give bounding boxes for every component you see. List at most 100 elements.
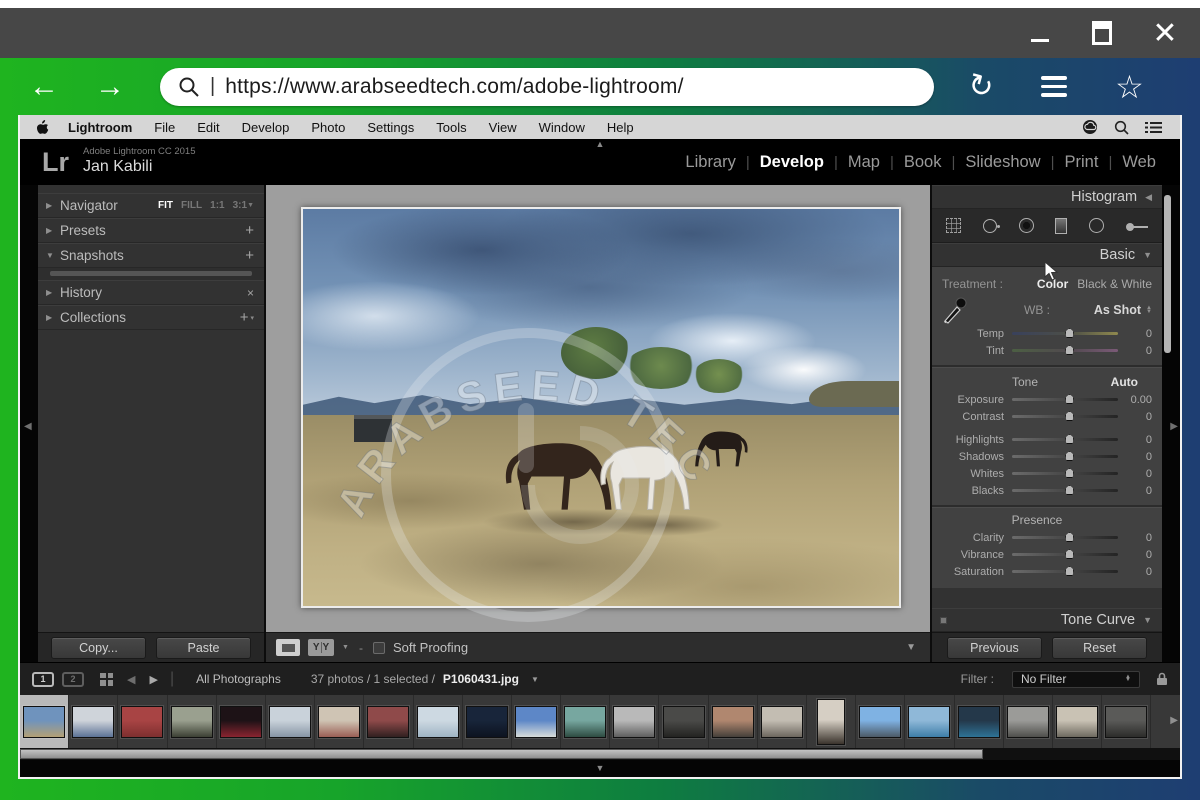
adjustment-brush-icon[interactable] <box>1126 221 1148 231</box>
top-panel-collapse-icon[interactable]: ▲ <box>596 140 605 149</box>
url-text[interactable]: https://www.arabseedtech.com/adobe-light… <box>225 75 683 99</box>
filmstrip-thumb-13[interactable] <box>610 695 659 748</box>
slider-track[interactable] <box>1012 472 1118 475</box>
slider-thumb[interactable] <box>1065 328 1074 338</box>
filmstrip-thumb-19[interactable] <box>905 695 954 748</box>
menu-icon[interactable] <box>1041 71 1067 102</box>
filmstrip-thumb-5[interactable] <box>217 695 266 748</box>
thumbnail-image[interactable] <box>318 706 360 738</box>
filmstrip-thumb-16[interactable] <box>758 695 807 748</box>
menu-tools[interactable]: Tools <box>425 120 477 135</box>
filmstrip-thumb-20[interactable] <box>955 695 1004 748</box>
presets-panel-header[interactable]: ▶Presets+ <box>38 218 264 243</box>
menu-lightroom[interactable]: Lightroom <box>57 120 143 135</box>
filmstrip-scroll-right-icon[interactable]: ▶ <box>1170 715 1178 726</box>
right-panel-scrollbar[interactable] <box>1164 195 1171 353</box>
collapse-bottom-icon[interactable]: ▼ <box>596 764 605 773</box>
slider-clarity[interactable]: Clarity0 <box>942 529 1152 546</box>
zoom-option-fit[interactable]: FIT <box>158 200 173 211</box>
next-photo-icon[interactable]: ▶ <box>149 673 157 686</box>
zoom-option-31[interactable]: 3:1 <box>233 200 247 211</box>
minimize-button[interactable] <box>1028 20 1052 46</box>
slider-thumb[interactable] <box>1065 345 1074 355</box>
creative-cloud-icon[interactable] <box>1082 119 1098 135</box>
module-tab-develop[interactable]: Develop <box>750 153 834 172</box>
horses-photo[interactable] <box>301 207 901 608</box>
thumbnail-image[interactable] <box>269 706 311 738</box>
treatment-bw-option[interactable]: Black & White <box>1077 277 1152 291</box>
slider-whites[interactable]: Whites0 <box>942 465 1152 482</box>
collections-action-icon[interactable]: + <box>240 309 249 326</box>
thumbnail-image[interactable] <box>908 706 950 738</box>
collections-panel-header[interactable]: ▶Collections+▾ <box>38 305 264 330</box>
view-dropdown-icon[interactable]: ▼ <box>342 644 349 651</box>
panel-toggle-icon[interactable] <box>940 617 947 624</box>
zoom-option-fill[interactable]: FILL <box>181 200 202 211</box>
slider-thumb[interactable] <box>1065 411 1074 421</box>
slider-tint[interactable]: Tint0 <box>942 342 1152 359</box>
slider-track[interactable] <box>1012 536 1118 539</box>
slider-thumb[interactable] <box>1065 485 1074 495</box>
thumbnail-image[interactable] <box>23 706 65 738</box>
collapse-histogram-icon[interactable]: ◀ <box>1145 192 1152 203</box>
filmstrip-thumb-21[interactable] <box>1004 695 1053 748</box>
before-after-icon[interactable]: YY <box>308 639 334 656</box>
previous-photo-icon[interactable]: ◀ <box>127 673 135 686</box>
tone-curve-panel-header[interactable]: Tone Curve ▼ <box>932 608 1162 632</box>
histogram-panel-header[interactable]: Histogram ◀ <box>932 185 1162 209</box>
thumbnail-image[interactable] <box>515 706 557 738</box>
menu-settings[interactable]: Settings <box>356 120 425 135</box>
thumbnail-image[interactable] <box>761 706 803 738</box>
menu-view[interactable]: View <box>478 120 528 135</box>
thumbnail-image[interactable] <box>1007 706 1049 738</box>
wb-eyedropper-icon[interactable] <box>942 296 968 324</box>
slider-track[interactable] <box>1012 455 1118 458</box>
thumbnail-image[interactable] <box>171 706 213 738</box>
menu-edit[interactable]: Edit <box>186 120 230 135</box>
filmstrip-thumb-8[interactable] <box>364 695 413 748</box>
bookmark-star-icon[interactable]: ☆ <box>1115 71 1144 103</box>
slider-exposure[interactable]: Exposure0.00 <box>942 391 1152 408</box>
filmstrip-thumb-18[interactable] <box>856 695 905 748</box>
thumbnail-image[interactable] <box>613 706 655 738</box>
slider-thumb[interactable] <box>1065 434 1074 444</box>
module-tab-book[interactable]: Book <box>894 153 952 172</box>
slider-thumb[interactable] <box>1065 394 1074 404</box>
slider-vibrance[interactable]: Vibrance0 <box>942 546 1152 563</box>
main-window-icon[interactable]: 1 <box>32 672 54 687</box>
dropdown-icon[interactable]: ▾ <box>250 314 254 322</box>
soft-proofing-checkbox[interactable] <box>373 642 385 654</box>
thumbnail-image[interactable] <box>367 706 409 738</box>
slider-track[interactable] <box>1012 349 1118 352</box>
module-tab-slideshow[interactable]: Slideshow <box>955 153 1050 172</box>
slider-track[interactable] <box>1012 489 1118 492</box>
notification-list-icon[interactable] <box>1145 121 1162 134</box>
red-eye-icon[interactable] <box>1019 218 1034 233</box>
refresh-icon[interactable]: ↻ <box>964 66 997 106</box>
filmstrip-thumb-2[interactable] <box>69 695 118 748</box>
filmstrip-thumb-7[interactable] <box>315 695 364 748</box>
slider-thumb[interactable] <box>1065 549 1074 559</box>
filmstrip-thumb-4[interactable] <box>168 695 217 748</box>
maximize-button[interactable] <box>1090 20 1114 46</box>
left-panel-edge[interactable]: ◀ <box>20 185 38 662</box>
thumbnail-image[interactable] <box>121 706 163 738</box>
collapse-left-icon[interactable]: ◀ <box>24 421 32 432</box>
grid-view-icon[interactable] <box>100 673 113 686</box>
expand-arrow-icon[interactable]: ▶ <box>46 226 60 235</box>
slider-thumb[interactable] <box>1065 532 1074 542</box>
filmstrip-thumb-14[interactable] <box>659 695 708 748</box>
paste-button[interactable]: Paste <box>156 637 251 659</box>
thumbnail-image[interactable] <box>663 706 705 738</box>
slider-saturation[interactable]: Saturation0 <box>942 563 1152 580</box>
url-bar[interactable]: | https://www.arabseedtech.com/adobe-lig… <box>160 68 934 106</box>
module-tab-print[interactable]: Print <box>1055 153 1109 172</box>
wb-value-dropdown[interactable]: As Shot▲▼ <box>1094 303 1152 317</box>
expand-arrow-icon[interactable]: ▶ <box>46 313 60 322</box>
history-action-icon[interactable]: × <box>247 286 254 300</box>
thumbnail-image[interactable] <box>1056 706 1098 738</box>
snapshots-panel-header[interactable]: ▼Snapshots+ <box>38 243 264 268</box>
slider-track[interactable] <box>1012 398 1118 401</box>
menu-file[interactable]: File <box>143 120 186 135</box>
menu-window[interactable]: Window <box>528 120 596 135</box>
